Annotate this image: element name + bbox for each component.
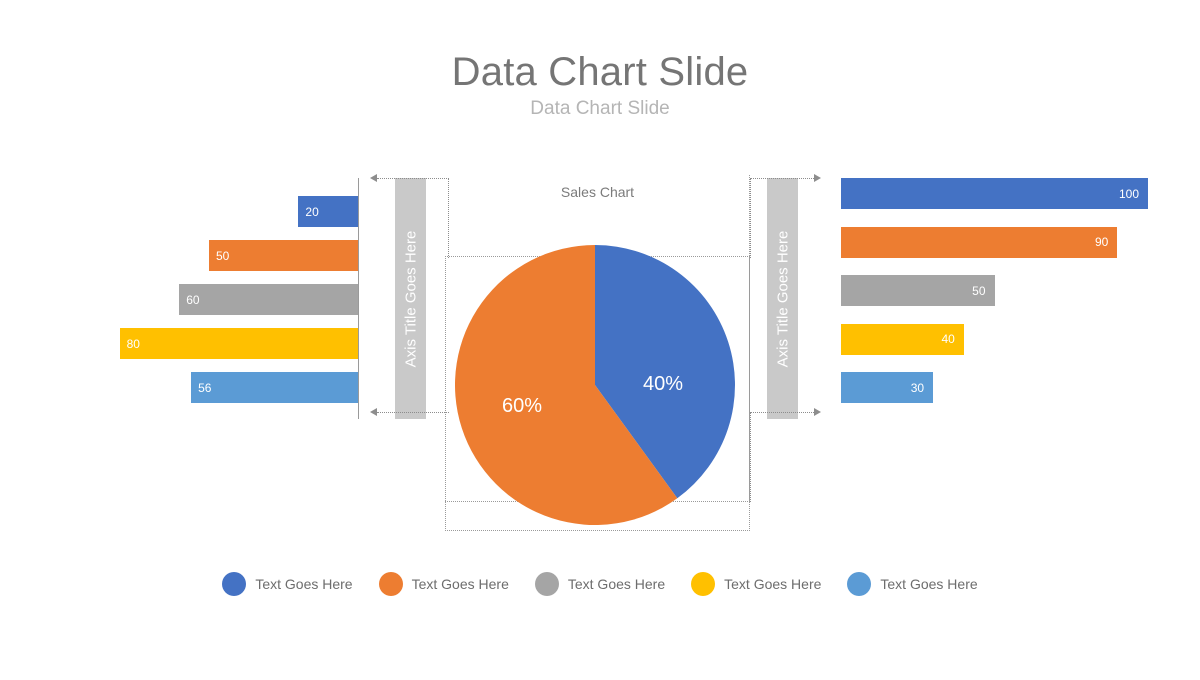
legend-swatch-icon bbox=[534, 572, 559, 596]
legend-item-label: Text Goes Here bbox=[411, 576, 509, 592]
axis-arrow-bottom-right-icon bbox=[814, 408, 821, 416]
bar-4[interactable]: 56 bbox=[191, 372, 358, 403]
legend-item-3[interactable]: Text Goes Here bbox=[691, 572, 821, 596]
legend-item-1[interactable]: Text Goes Here bbox=[378, 572, 509, 596]
sales-pie-chart[interactable]: 40% 60% bbox=[454, 245, 735, 525]
bar-3[interactable]: 40 bbox=[841, 323, 964, 355]
axis-arrow-top-right-icon bbox=[814, 174, 821, 182]
page-subtitle: Data Chart Slide bbox=[530, 98, 670, 119]
bar-value-label: 80 bbox=[126, 336, 140, 351]
bar-4[interactable]: 30 bbox=[841, 372, 934, 403]
bar-2[interactable]: 50 bbox=[841, 275, 995, 306]
pie-slice-label-0: 40% bbox=[643, 373, 684, 395]
axis-title-bar-left[interactable]: Axis Title Goes Here bbox=[395, 178, 426, 419]
bar-value-label: 40 bbox=[941, 332, 955, 346]
pie-chart-title: Sales Chart bbox=[560, 184, 635, 200]
bar-value-label: 100 bbox=[1118, 186, 1139, 201]
axis-leader-top-left bbox=[377, 178, 449, 179]
axis-arrow-top-left-icon bbox=[370, 174, 377, 182]
legend-swatch-icon bbox=[847, 572, 872, 596]
page-title: Data Chart Slide bbox=[451, 50, 749, 94]
legend-item-2[interactable]: Text Goes Here bbox=[534, 572, 666, 596]
bar-2[interactable]: 60 bbox=[179, 284, 358, 315]
legend-swatch-icon bbox=[222, 572, 247, 596]
bar-value-label: 90 bbox=[1094, 235, 1109, 249]
axis-leader-vertical-right-lower bbox=[750, 412, 751, 502]
axis-leader-bottom-left bbox=[377, 412, 449, 413]
legend-swatch-icon bbox=[378, 572, 403, 596]
legend-swatch-icon bbox=[691, 572, 716, 596]
bar-value-label: 60 bbox=[186, 292, 200, 307]
slide-canvas: Data Chart Slide Data Chart Slide 20 50 60… bbox=[0, 0, 1200, 680]
axis-title-label-left: Axis Title Goes Here bbox=[402, 230, 419, 367]
legend-item-label: Text Goes Here bbox=[880, 576, 978, 592]
legend-item-label: Text Goes Here bbox=[567, 576, 666, 592]
axis-leader-top-right bbox=[750, 178, 814, 179]
bar-value-label: 50 bbox=[216, 248, 230, 263]
axis-leader-vertical-right bbox=[750, 178, 751, 258]
axis-title-label-right: Axis Title Goes Here bbox=[774, 230, 791, 367]
bar-1[interactable]: 50 bbox=[209, 240, 358, 271]
bar-value-label: 50 bbox=[972, 283, 986, 298]
legend-item-0[interactable]: Text Goes Here bbox=[222, 572, 353, 596]
legend-item-4[interactable]: Text Goes Here bbox=[847, 572, 978, 596]
chart-legend: Text Goes Here Text Goes Here Text Goes He… bbox=[0, 572, 1200, 596]
bar-value-label: 30 bbox=[910, 380, 925, 395]
pie-chart-svg bbox=[454, 245, 735, 525]
axis-leader-bottom-right bbox=[750, 412, 814, 413]
bar-0[interactable]: 100 bbox=[841, 178, 1148, 209]
bar-value-label: 56 bbox=[198, 380, 212, 395]
legend-item-label: Text Goes Here bbox=[724, 576, 822, 592]
bar-0[interactable]: 20 bbox=[298, 196, 358, 227]
left-chart-axis-line bbox=[358, 178, 359, 419]
bar-value-label: 20 bbox=[305, 204, 319, 219]
bar-3[interactable]: 80 bbox=[119, 328, 358, 359]
pie-slice-label-1: 60% bbox=[502, 395, 543, 417]
axis-title-bar-right[interactable]: Axis Title Goes Here bbox=[767, 178, 798, 419]
bar-1[interactable]: 90 bbox=[841, 226, 1118, 258]
axis-arrow-bottom-left-icon bbox=[370, 408, 377, 416]
legend-item-label: Text Goes Here bbox=[255, 576, 353, 592]
